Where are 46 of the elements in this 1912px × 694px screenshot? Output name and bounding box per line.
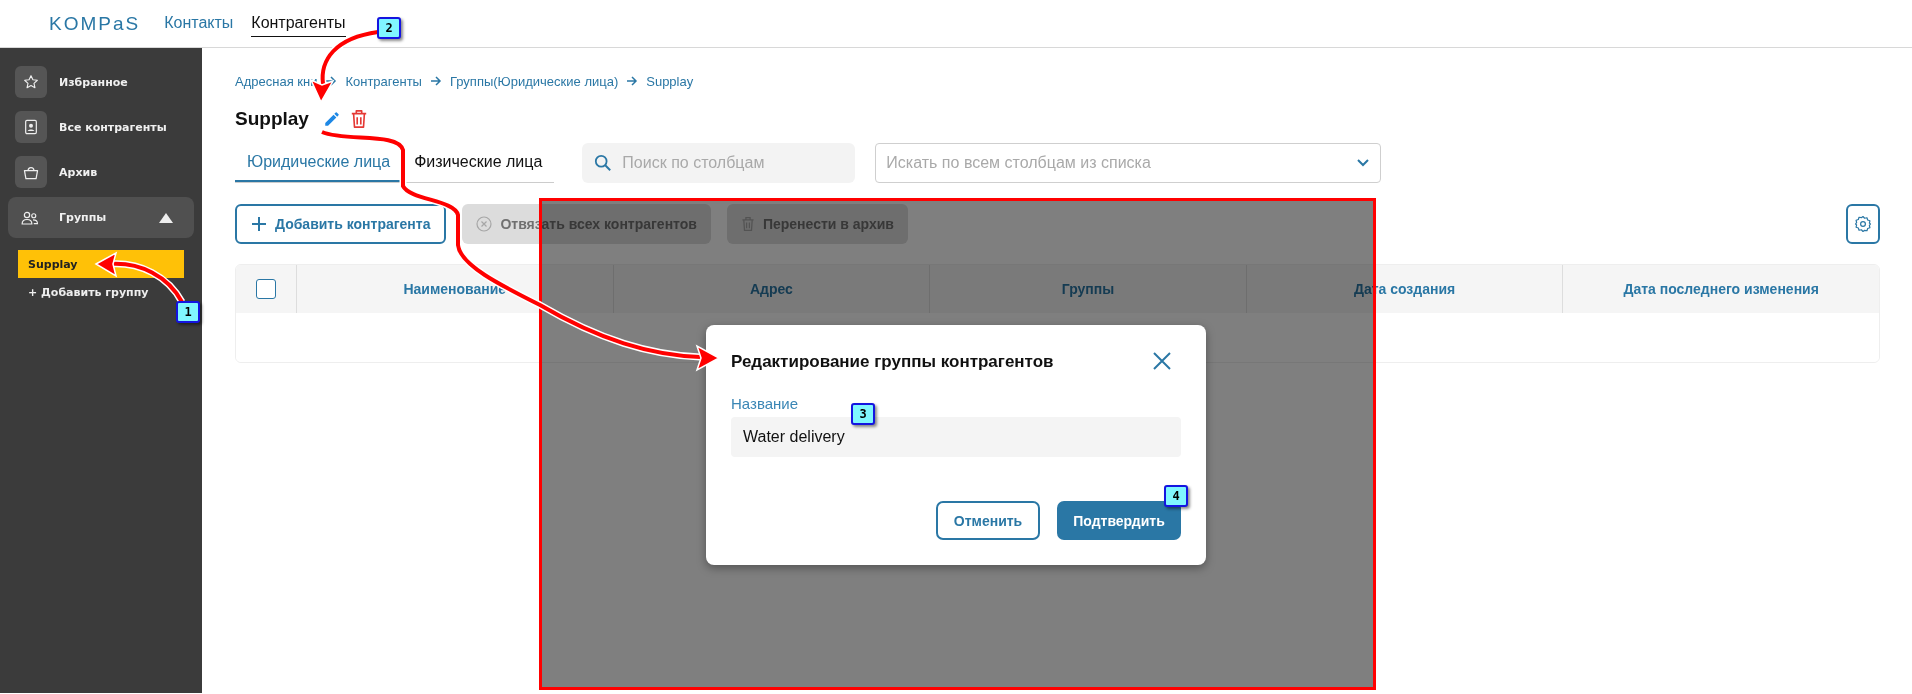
trash-icon[interactable]	[349, 109, 368, 129]
chevron-down-icon	[1357, 159, 1370, 167]
sidebar-item[interactable]: Избранное	[10, 62, 192, 102]
add-group-link[interactable]: + Добавить группу	[28, 286, 192, 299]
nav-link[interactable]: Контрагенты	[251, 10, 346, 37]
bag-icon	[22, 164, 40, 180]
step-badge: 3	[851, 403, 875, 425]
arrow-icon	[429, 76, 442, 86]
column-header[interactable]: Дата последнего изменения	[1563, 265, 1879, 313]
people-icon	[21, 209, 39, 226]
sidebar-item[interactable]: Все контрагенты	[10, 107, 192, 147]
breadcrumb-link[interactable]: Контрагенты	[345, 73, 422, 89]
arrow-icon	[626, 76, 639, 86]
trash-icon	[740, 216, 755, 232]
caret-icon[interactable]	[159, 212, 173, 223]
name-field[interactable]: Water delivery	[731, 417, 1181, 457]
cancel-circle-icon	[476, 216, 493, 232]
sidebar-item[interactable]: Группы	[8, 197, 194, 238]
settings-icon	[1854, 215, 1872, 233]
breadcrumb-link[interactable]: Группы(Юридические лица)	[449, 73, 619, 89]
column-dropdown[interactable]: Искать по всем столбцам из списка	[875, 143, 1382, 183]
tab[interactable]: Физические лица	[402, 143, 555, 182]
toolbar-button[interactable]: Добавить контрагента	[235, 204, 447, 244]
edit-icon[interactable]	[322, 110, 341, 128]
cancel-button[interactable]: Отменить	[936, 501, 1040, 540]
nav-link[interactable]: Контакты	[164, 10, 234, 37]
confirm-button[interactable]: Подтвердить	[1057, 501, 1181, 540]
settings-button[interactable]	[1846, 204, 1880, 244]
field-label: Название	[731, 395, 800, 413]
page-title: Supplay	[235, 108, 309, 130]
step-badge: 2	[377, 17, 401, 39]
logo: KOMPaS	[49, 12, 141, 35]
plus-icon	[251, 216, 267, 232]
select-all-checkbox[interactable]	[256, 279, 276, 299]
tab[interactable]: Юридические лица	[235, 143, 403, 182]
step-badge: 4	[1164, 485, 1188, 507]
search-field[interactable]: Поиск по столбцам	[582, 143, 856, 183]
step-badge: 1	[176, 301, 200, 323]
id-card-icon	[24, 119, 38, 135]
sidebar-item[interactable]: Архив	[10, 152, 192, 192]
breadcrumb-link[interactable]: Supplay	[646, 73, 694, 89]
arrow-icon	[325, 76, 338, 86]
search-icon	[594, 154, 613, 172]
dialog-title: Редактирование группы контрагентов	[731, 352, 1054, 372]
star-icon	[23, 74, 39, 90]
close-icon[interactable]	[1152, 351, 1172, 371]
